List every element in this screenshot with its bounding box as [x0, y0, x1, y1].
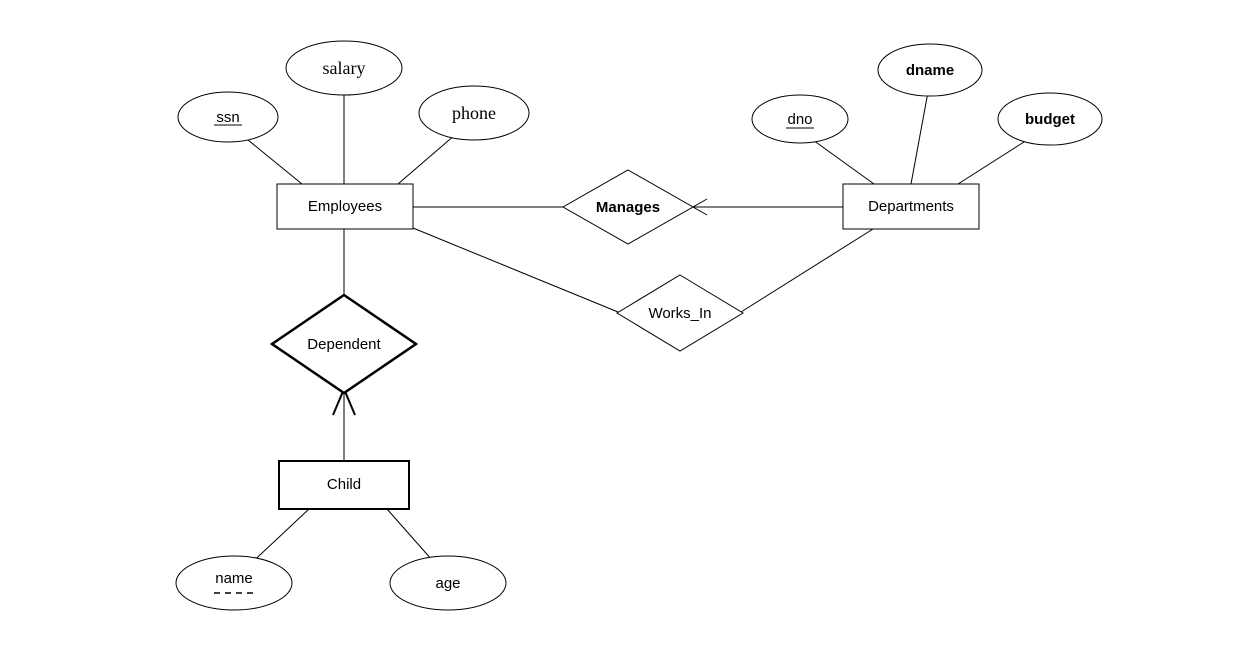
entity-departments-label: Departments [868, 198, 954, 215]
entity-child-label: Child [327, 476, 361, 493]
rel-manages-label: Manages [596, 199, 660, 216]
edge-departments-dname [911, 92, 928, 184]
attr-name: name [176, 556, 292, 610]
attr-age-label: age [435, 575, 460, 592]
edge-worksin-departments [741, 229, 873, 312]
er-diagram: ssn salary phone dno dname budget [0, 0, 1244, 672]
attr-dname-label: dname [906, 62, 954, 79]
rel-dependent: Dependent [272, 295, 416, 393]
attr-phone: phone [419, 86, 529, 140]
attr-dno-label: dno [787, 111, 812, 128]
attr-phone-label: phone [452, 103, 496, 123]
attr-salary: salary [286, 41, 402, 95]
entity-departments: Departments [843, 184, 979, 229]
rel-manages: Manages [563, 170, 693, 244]
attr-dname: dname [878, 44, 982, 96]
attr-budget: budget [998, 93, 1102, 145]
attr-dno: dno [752, 95, 848, 143]
rel-worksin: Works_In [617, 275, 743, 351]
rel-worksin-label: Works_In [648, 305, 711, 322]
attr-salary-label: salary [323, 58, 366, 78]
attr-budget-label: budget [1025, 111, 1075, 128]
edge-employees-worksin [413, 228, 618, 312]
entity-child: Child [279, 461, 409, 509]
attr-age: age [390, 556, 506, 610]
attr-ssn-label: ssn [216, 109, 239, 126]
attr-ssn: ssn [178, 92, 278, 142]
edge-departments-dno [806, 135, 874, 184]
entity-employees: Employees [277, 184, 413, 229]
edge-departments-budget [958, 135, 1035, 184]
rel-dependent-label: Dependent [307, 336, 381, 353]
entity-employees-label: Employees [308, 198, 382, 215]
attr-name-label: name [215, 570, 253, 587]
